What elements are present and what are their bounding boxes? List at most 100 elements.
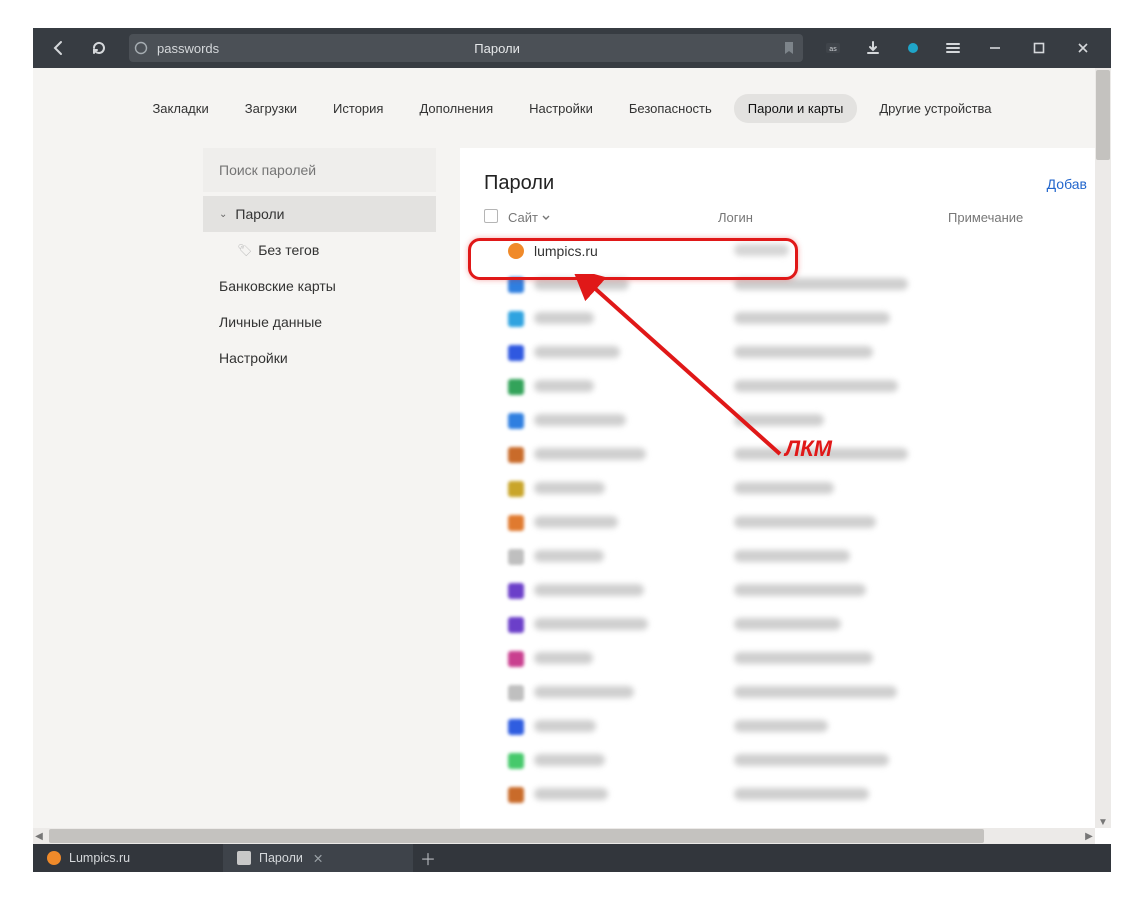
column-login[interactable]: Логин [718,210,948,225]
password-row[interactable] [460,404,1111,438]
site-favicon-icon [508,345,524,361]
extension-weather-icon[interactable] [893,28,933,68]
site-favicon-icon [508,617,524,633]
menu-button[interactable] [933,28,973,68]
password-row[interactable] [460,676,1111,710]
password-row[interactable]: lumpics.ru [460,234,1111,268]
sidebar-item-label: Настройки [219,350,288,366]
column-note[interactable]: Примечание [948,210,1023,225]
nav-tab[interactable]: Настройки [515,94,607,123]
column-site[interactable]: Сайт [508,210,718,225]
login-cell [734,651,964,667]
password-row[interactable] [460,744,1111,778]
site-favicon-icon [508,515,524,531]
window-maximize-button[interactable] [1017,28,1061,68]
login-cell [734,311,964,327]
password-row[interactable] [460,302,1111,336]
login-cell [734,379,964,395]
site-cell [534,549,734,565]
password-row[interactable] [460,336,1111,370]
nav-tab[interactable]: Загрузки [231,94,311,123]
new-tab-button[interactable]: ＋ [413,844,443,872]
extension-lastfm-icon[interactable]: as [813,28,853,68]
login-cell [734,685,964,701]
site-cell [534,787,734,803]
scroll-thumb[interactable] [49,829,984,843]
select-all-checkbox[interactable] [484,209,498,223]
panel-title: Пароли [484,172,554,195]
scroll-right-icon[interactable]: ▶ [1081,828,1097,844]
window-minimize-button[interactable] [973,28,1017,68]
site-favicon-icon [508,277,524,293]
tab-close-icon[interactable]: ✕ [313,851,323,866]
back-button[interactable] [39,28,79,68]
password-row[interactable] [460,540,1111,574]
search-passwords-field[interactable] [203,148,436,192]
svg-text:as: as [829,46,837,53]
sort-chevron-icon [542,214,550,222]
nav-tab[interactable]: Закладки [138,94,222,123]
tab-label: Lumpics.ru [69,851,130,865]
site-cell [534,277,734,293]
login-cell [734,345,964,361]
password-row[interactable] [460,778,1111,812]
password-row[interactable] [460,642,1111,676]
nav-tab[interactable]: Другие устройства [865,94,1005,123]
password-row[interactable] [460,472,1111,506]
bookmark-icon[interactable] [775,41,803,55]
nav-tab[interactable]: История [319,94,397,123]
login-cell [734,413,964,429]
browser-tab[interactable]: Пароли✕ [223,844,413,872]
address-bar[interactable]: passwords Пароли [129,34,803,62]
site-cell [534,311,734,327]
login-cell [734,617,964,633]
password-row[interactable] [460,506,1111,540]
passwords-panel: Пароли Добав Сайт Логин Примечание lumpi… [460,148,1111,844]
site-favicon-icon [508,719,524,735]
site-cell [534,685,734,701]
search-input[interactable] [219,162,420,178]
nav-tab[interactable]: Пароли и карты [734,94,858,123]
password-row[interactable] [460,574,1111,608]
browser-tab[interactable]: Lumpics.ru [33,844,223,872]
sidebar-item[interactable]: Личные данные [203,304,436,340]
vertical-scrollbar[interactable]: ▲ ▼ [1095,68,1111,828]
scroll-left-icon[interactable]: ◀ [33,828,47,844]
scroll-thumb[interactable] [1096,70,1110,160]
site-favicon-icon [508,481,524,497]
horizontal-scrollbar[interactable]: ◀ ▶ [33,828,1095,844]
password-row[interactable] [460,268,1111,302]
password-row[interactable] [460,608,1111,642]
nav-tab[interactable]: Дополнения [405,94,507,123]
add-password-link[interactable]: Добав [1047,176,1087,192]
tag-icon: 🏷 [237,243,252,257]
sidebar-item-label: Пароли [235,206,284,222]
site-cell [534,719,734,735]
site-favicon-icon [508,549,524,565]
reload-button[interactable] [79,28,119,68]
downloads-icon[interactable] [853,28,893,68]
site-cell [534,447,734,463]
login-cell [734,583,964,599]
password-row[interactable] [460,370,1111,404]
sidebar-item[interactable]: Банковские карты [203,268,436,304]
window-close-button[interactable] [1061,28,1105,68]
site-cell [534,651,734,667]
table-header: Сайт Логин Примечание [460,195,1111,234]
login-cell [734,277,964,293]
password-row[interactable] [460,710,1111,744]
url-text: passwords [157,41,219,56]
password-row[interactable] [460,438,1111,472]
sidebar-item[interactable]: Настройки [203,340,436,376]
login-cell [734,753,964,769]
site-cell [534,481,734,497]
site-cell [534,753,734,769]
nav-tab[interactable]: Безопасность [615,94,726,123]
scroll-down-icon[interactable]: ▼ [1095,814,1111,830]
site-cell: lumpics.ru [534,243,734,259]
login-cell [734,447,964,463]
sidebar-subitem[interactable]: 🏷Без тегов [203,232,436,268]
sidebar-item[interactable]: ⌄Пароли [203,196,436,232]
login-cell [734,515,964,531]
site-cell [534,583,734,599]
